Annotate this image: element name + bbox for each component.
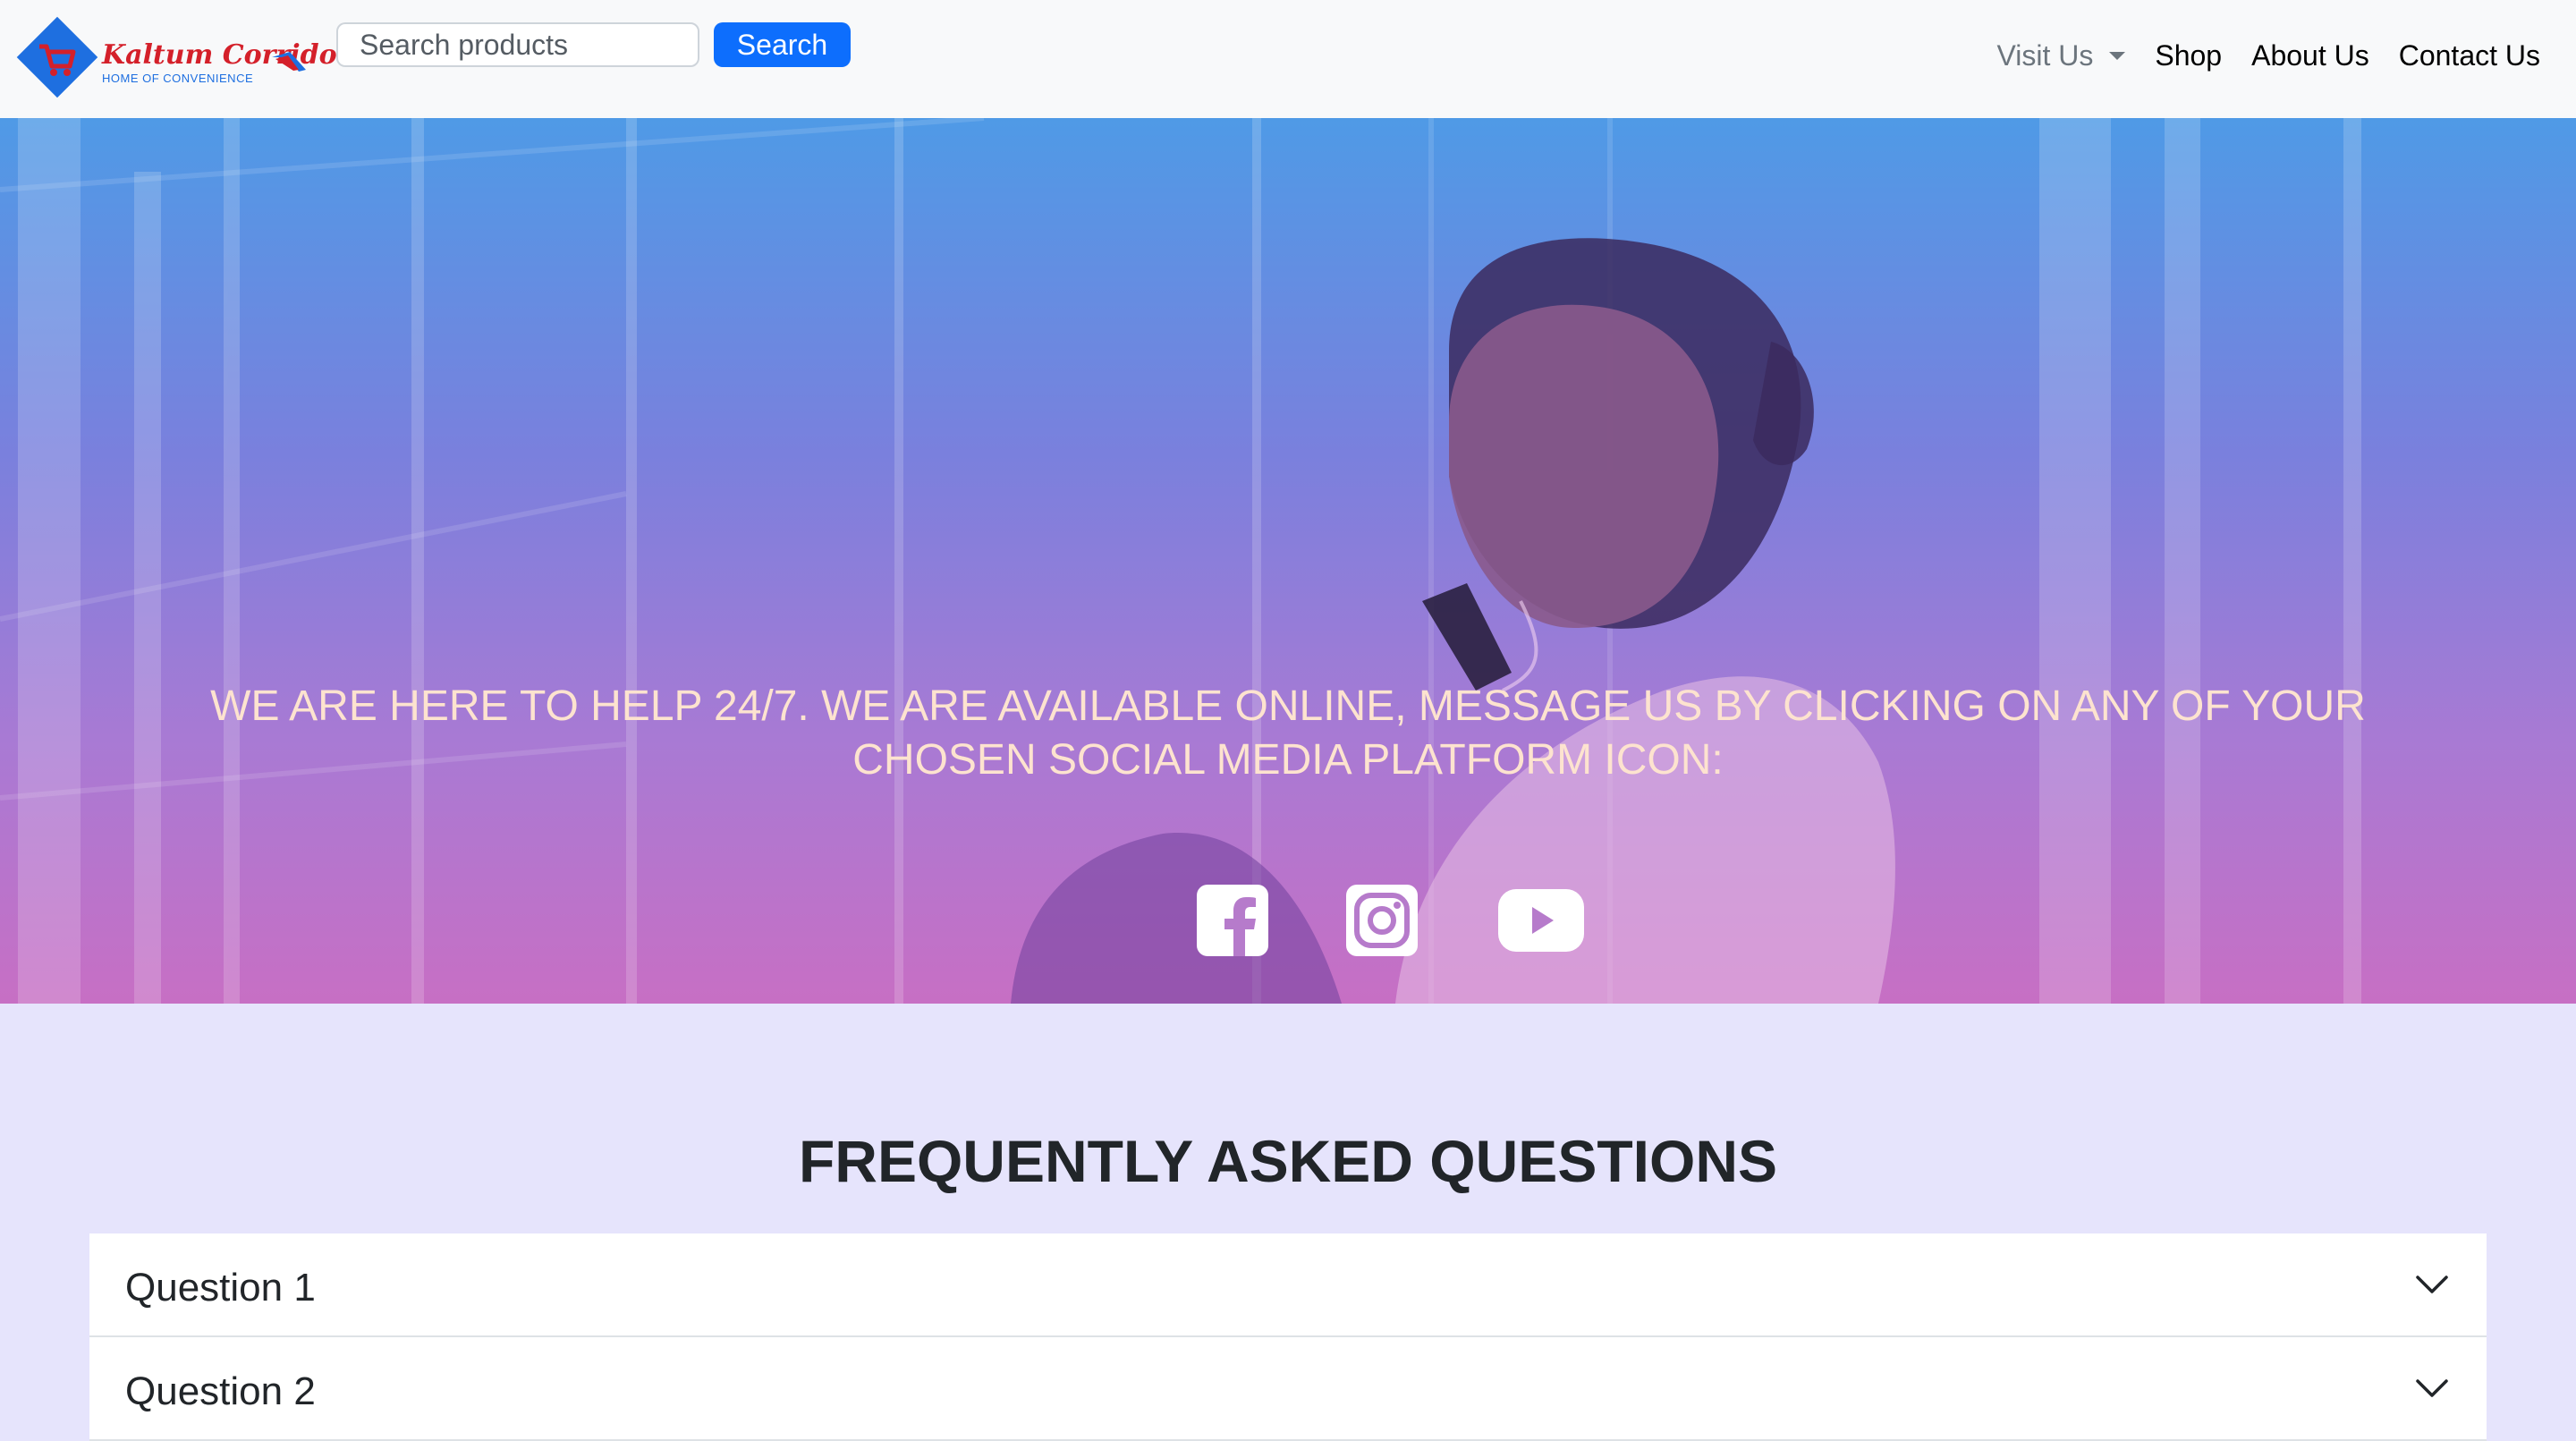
faq-question-label: Question 1 xyxy=(125,1266,316,1310)
nav-contact-us[interactable]: Contact Us xyxy=(2399,39,2540,72)
cart-icon xyxy=(39,44,76,76)
hero-banner: WE ARE HERE TO HELP 24/7. WE ARE AVAILAB… xyxy=(0,118,2576,1004)
nav-about-us[interactable]: About Us xyxy=(2251,39,2369,72)
caret-down-icon xyxy=(2109,52,2126,60)
youtube-icon[interactable] xyxy=(1498,889,1584,952)
faq-item[interactable]: Question 1 xyxy=(89,1233,2487,1337)
search-input[interactable] xyxy=(336,22,699,67)
chevron-down-icon xyxy=(2416,1379,2448,1397)
nav-shop[interactable]: Shop xyxy=(2155,39,2222,72)
nav-links: Visit Us Shop About Us Contact Us xyxy=(1996,39,2540,72)
hero-background-photo xyxy=(0,118,2361,1004)
faq-question-label: Question 2 xyxy=(125,1369,316,1413)
brand-logo[interactable]: Kaltum Corridor HOME OF CONVENIENCE xyxy=(16,16,351,98)
top-navbar: Kaltum Corridor HOME OF CONVENIENCE Sear… xyxy=(0,0,2576,118)
nav-visit-us-label: Visit Us xyxy=(1996,39,2094,72)
brand-name: Kaltum Corridor xyxy=(102,39,352,71)
facebook-icon[interactable] xyxy=(1197,885,1268,956)
chevron-down-icon xyxy=(2416,1276,2448,1293)
hero-message: WE ARE HERE TO HELP 24/7. WE ARE AVAILAB… xyxy=(210,682,2366,784)
nav-visit-us-dropdown[interactable]: Visit Us xyxy=(1996,39,2126,72)
faq-section: FREQUENTLY ASKED QUESTIONS Question 1 Qu… xyxy=(0,1004,2576,1441)
social-icons xyxy=(1197,885,1584,956)
faq-accordion: Question 1 Question 2 xyxy=(89,1233,2487,1441)
faq-item[interactable]: Question 2 xyxy=(89,1337,2487,1441)
instagram-icon[interactable] xyxy=(1346,885,1418,956)
search-button[interactable]: Search xyxy=(714,22,851,67)
faq-title: FREQUENTLY ASKED QUESTIONS xyxy=(798,1128,1778,1194)
brand-tagline: HOME OF CONVENIENCE xyxy=(102,72,254,85)
logo-swoosh xyxy=(272,52,306,72)
